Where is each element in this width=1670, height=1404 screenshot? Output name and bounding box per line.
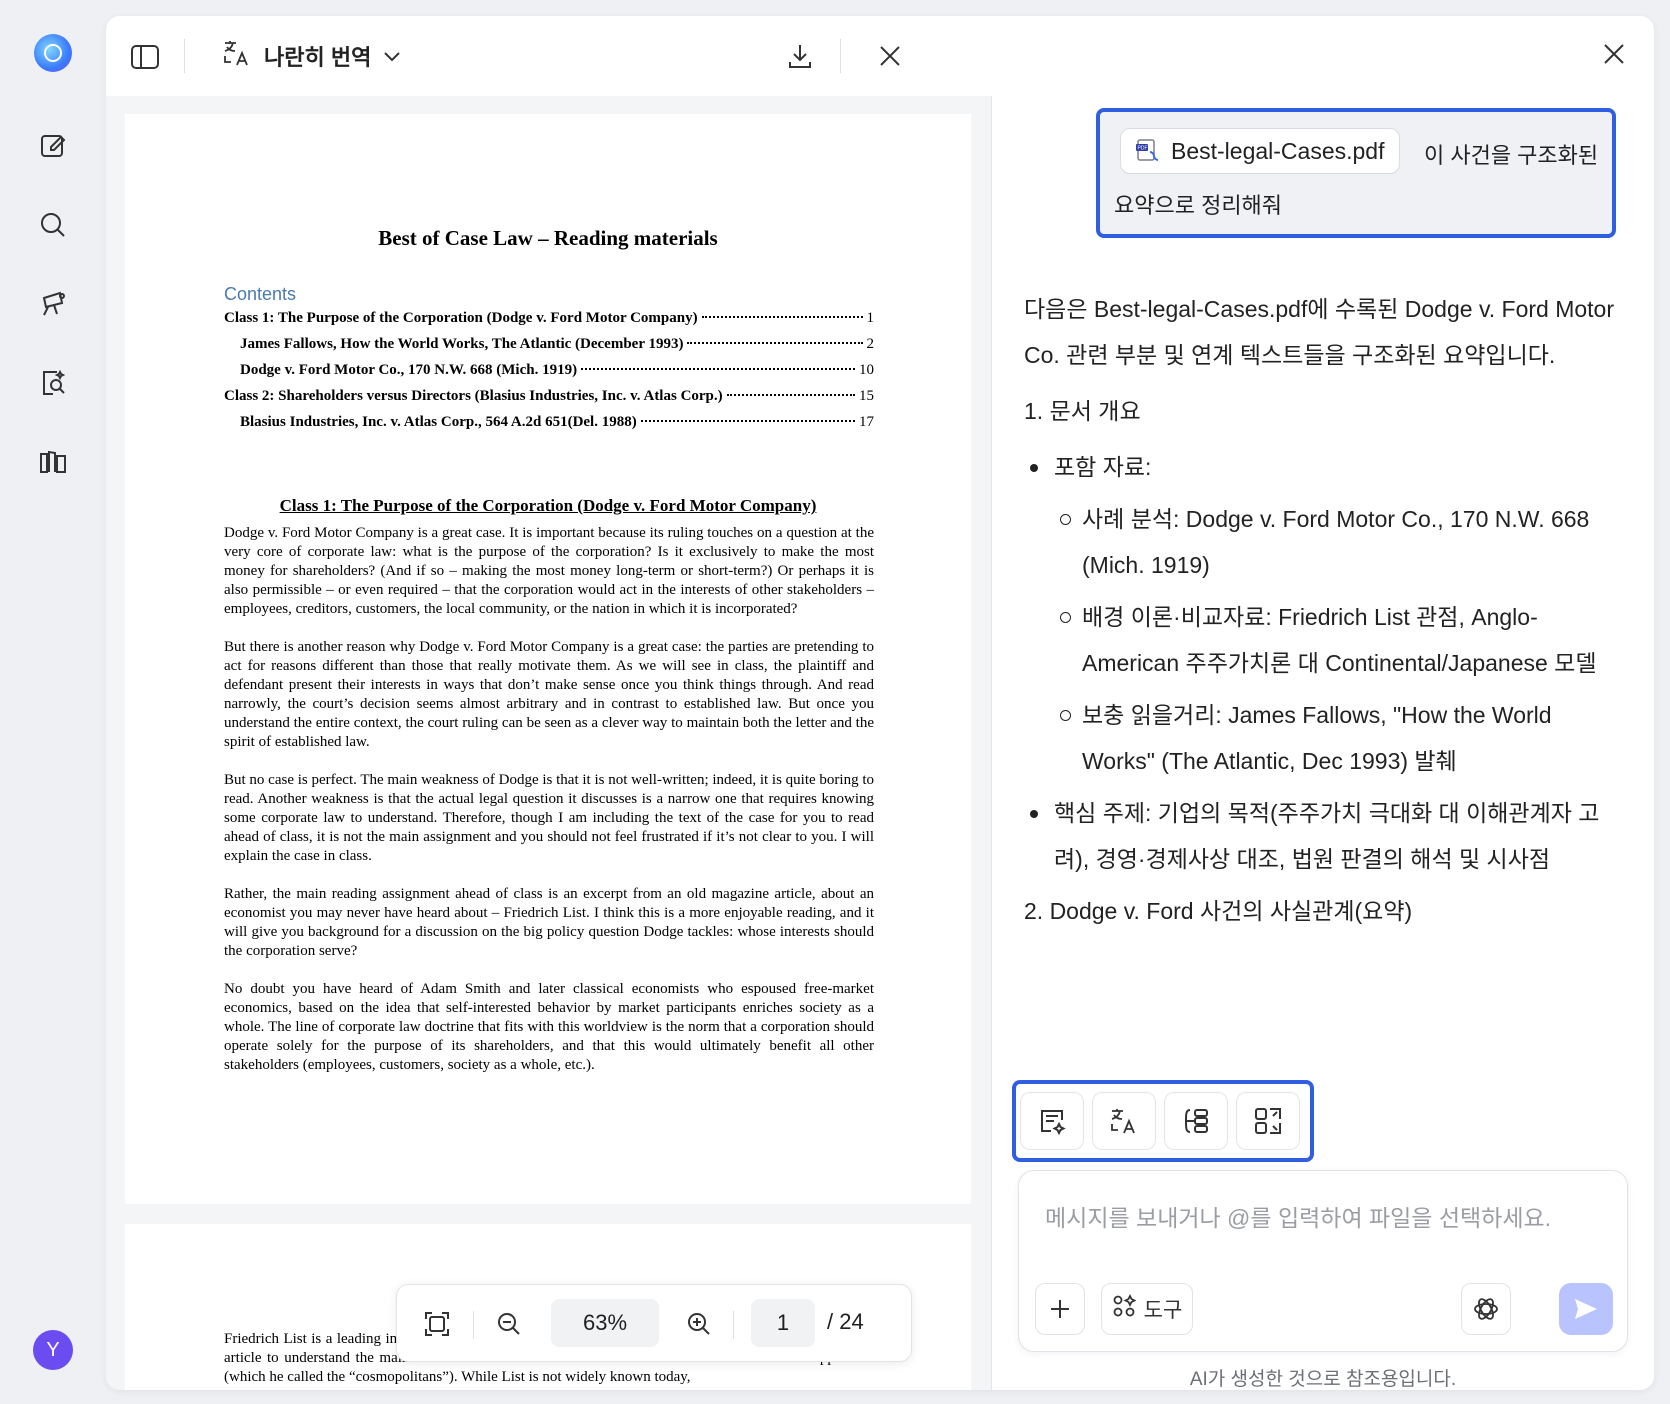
- table-of-contents: Class 1: The Purpose of the Corporation …: [224, 310, 874, 440]
- answer-intro: 다음은 Best-legal-Cases.pdf에 수록된 Dodge v. F…: [1024, 296, 1614, 368]
- answer-list: 포함 자료: 사례 분석: Dodge v. Ford Motor Co., 1…: [1024, 444, 1620, 882]
- toc-entry[interactable]: James Fallows, How the World Works, The …: [224, 336, 874, 362]
- user-message: PDF Best-legal-Cases.pdf 이 사건을 구조화된 요약으로…: [1096, 108, 1616, 238]
- list-item: 배경 이론·비교자료: Friedrich List 관점, Anglo-Ame…: [1024, 594, 1620, 686]
- add-attachment-button[interactable]: [1035, 1283, 1085, 1335]
- toc-entry[interactable]: Blasius Industries, Inc. v. Atlas Corp.,…: [224, 414, 874, 440]
- file-name: Best-legal-Cases.pdf: [1171, 137, 1385, 164]
- user-avatar[interactable]: Y: [33, 1330, 73, 1370]
- fit-page-icon[interactable]: [417, 1305, 457, 1343]
- presentation-icon[interactable]: [36, 286, 70, 320]
- section-heading: Class 1: The Purpose of the Corporation …: [279, 496, 817, 515]
- app-logo-icon[interactable]: [34, 34, 72, 72]
- zoom-level[interactable]: 63%: [551, 1299, 659, 1347]
- left-rail: Y: [0, 0, 106, 1404]
- pdf-paragraph: But there is another reason why Dodge v.…: [224, 639, 874, 750]
- new-chat-icon[interactable]: [36, 128, 70, 162]
- translate-mode-dropdown[interactable]: 나란히 번역: [222, 36, 401, 76]
- svg-text:PDF: PDF: [1138, 146, 1148, 152]
- model-select-button[interactable]: [1461, 1283, 1511, 1335]
- convert-icon[interactable]: [1236, 1092, 1300, 1150]
- pdf-pane: 나란히 번역 Best of Case Law – Reading materi…: [106, 16, 992, 1390]
- list-item: 핵심 주제: 기업의 목적(주주가치 극대화 대 이해관계자 고려), 경영·경…: [1024, 790, 1620, 882]
- header-divider: [840, 39, 841, 73]
- translate-tool-icon[interactable]: [1092, 1092, 1156, 1150]
- sidebar-toggle-icon[interactable]: [128, 40, 162, 74]
- tools-label: 도구: [1143, 1299, 1183, 1322]
- pdf-paragraph: No doubt you have heard of Adam Smith an…: [224, 981, 874, 1073]
- mind-map-icon[interactable]: [1164, 1092, 1228, 1150]
- zoom-toolbar: 63% 1 / 24: [396, 1284, 912, 1362]
- translate-title: 나란히 번역: [264, 45, 372, 70]
- toc-entry[interactable]: Dodge v. Ford Motor Co., 170 N.W. 668 (M…: [224, 362, 874, 388]
- library-icon[interactable]: [36, 444, 70, 478]
- list-item: 사례 분석: Dodge v. Ford Motor Co., 170 N.W.…: [1024, 496, 1620, 588]
- toc-entry[interactable]: Class 2: Shareholders versus Directors (…: [224, 388, 874, 414]
- document-search-icon[interactable]: [36, 366, 70, 400]
- answer-section-heading: 1. 문서 개요: [1024, 398, 1141, 424]
- user-text-line2: 요약으로 정리해줘: [1114, 193, 1283, 218]
- close-pdf-icon[interactable]: [872, 38, 908, 74]
- tools-button[interactable]: 도구: [1101, 1283, 1193, 1335]
- list-item: 보충 읽을거리: James Fallows, "How the World W…: [1024, 692, 1620, 784]
- ai-answer: 다음은 Best-legal-Cases.pdf에 수록된 Dodge v. F…: [1024, 286, 1620, 1058]
- total-pages: / 24: [827, 1309, 864, 1334]
- header-divider: [184, 39, 185, 73]
- message-composer: 메시지를 보내거나 @를 입력하여 파일을 선택하세요. 도구: [1018, 1170, 1628, 1352]
- pdf-paragraph: Dodge v. Ford Motor Company is a great c…: [224, 525, 874, 617]
- summarize-icon[interactable]: [1020, 1092, 1084, 1150]
- answer-section-heading: 2. Dodge v. Ford 사건의 사실관계(요약): [1024, 898, 1413, 924]
- pdf-header: 나란히 번역: [106, 16, 992, 96]
- pdf-body: Dodge v. Ford Motor Company is a great c…: [224, 524, 874, 1094]
- search-icon[interactable]: [36, 208, 70, 242]
- zoom-out-icon[interactable]: [489, 1305, 529, 1343]
- translate-icon: [222, 38, 252, 74]
- pdf-file-icon: PDF: [1135, 138, 1161, 164]
- user-text-line1: 이 사건을 구조화된: [1424, 143, 1599, 168]
- zoom-in-icon[interactable]: [679, 1305, 719, 1343]
- pdf-paragraph: But no case is perfect. The main weaknes…: [224, 772, 875, 864]
- quick-tools: [1012, 1080, 1314, 1162]
- send-button[interactable]: [1559, 1283, 1613, 1335]
- chat-pane: PDF Best-legal-Cases.pdf 이 사건을 구조화된 요약으로…: [992, 16, 1654, 1390]
- tools-icon: [1112, 1293, 1137, 1324]
- pdf-page-1: Best of Case Law – Reading materials Con…: [125, 114, 971, 1204]
- list-item: 포함 자료:: [1024, 444, 1620, 490]
- download-icon[interactable]: [782, 38, 818, 74]
- main-window: 나란히 번역 Best of Case Law – Reading materi…: [106, 16, 1654, 1390]
- close-chat-icon[interactable]: [1602, 42, 1626, 71]
- chevron-down-icon: [383, 43, 401, 69]
- ai-disclaimer: AI가 생성한 것으로 참조용입니다.: [1189, 1369, 1457, 1390]
- attached-file-chip[interactable]: PDF Best-legal-Cases.pdf: [1120, 128, 1400, 174]
- pdf-paragraph: Rather, the main reading assignment ahea…: [224, 886, 874, 959]
- message-input[interactable]: 메시지를 보내거나 @를 입력하여 파일을 선택하세요.: [1045, 1199, 1551, 1233]
- toc-entry[interactable]: Class 1: The Purpose of the Corporation …: [224, 310, 874, 336]
- page-number-input[interactable]: 1: [751, 1299, 815, 1347]
- contents-heading[interactable]: Contents: [224, 284, 296, 305]
- pdf-title: Best of Case Law – Reading materials: [378, 226, 718, 250]
